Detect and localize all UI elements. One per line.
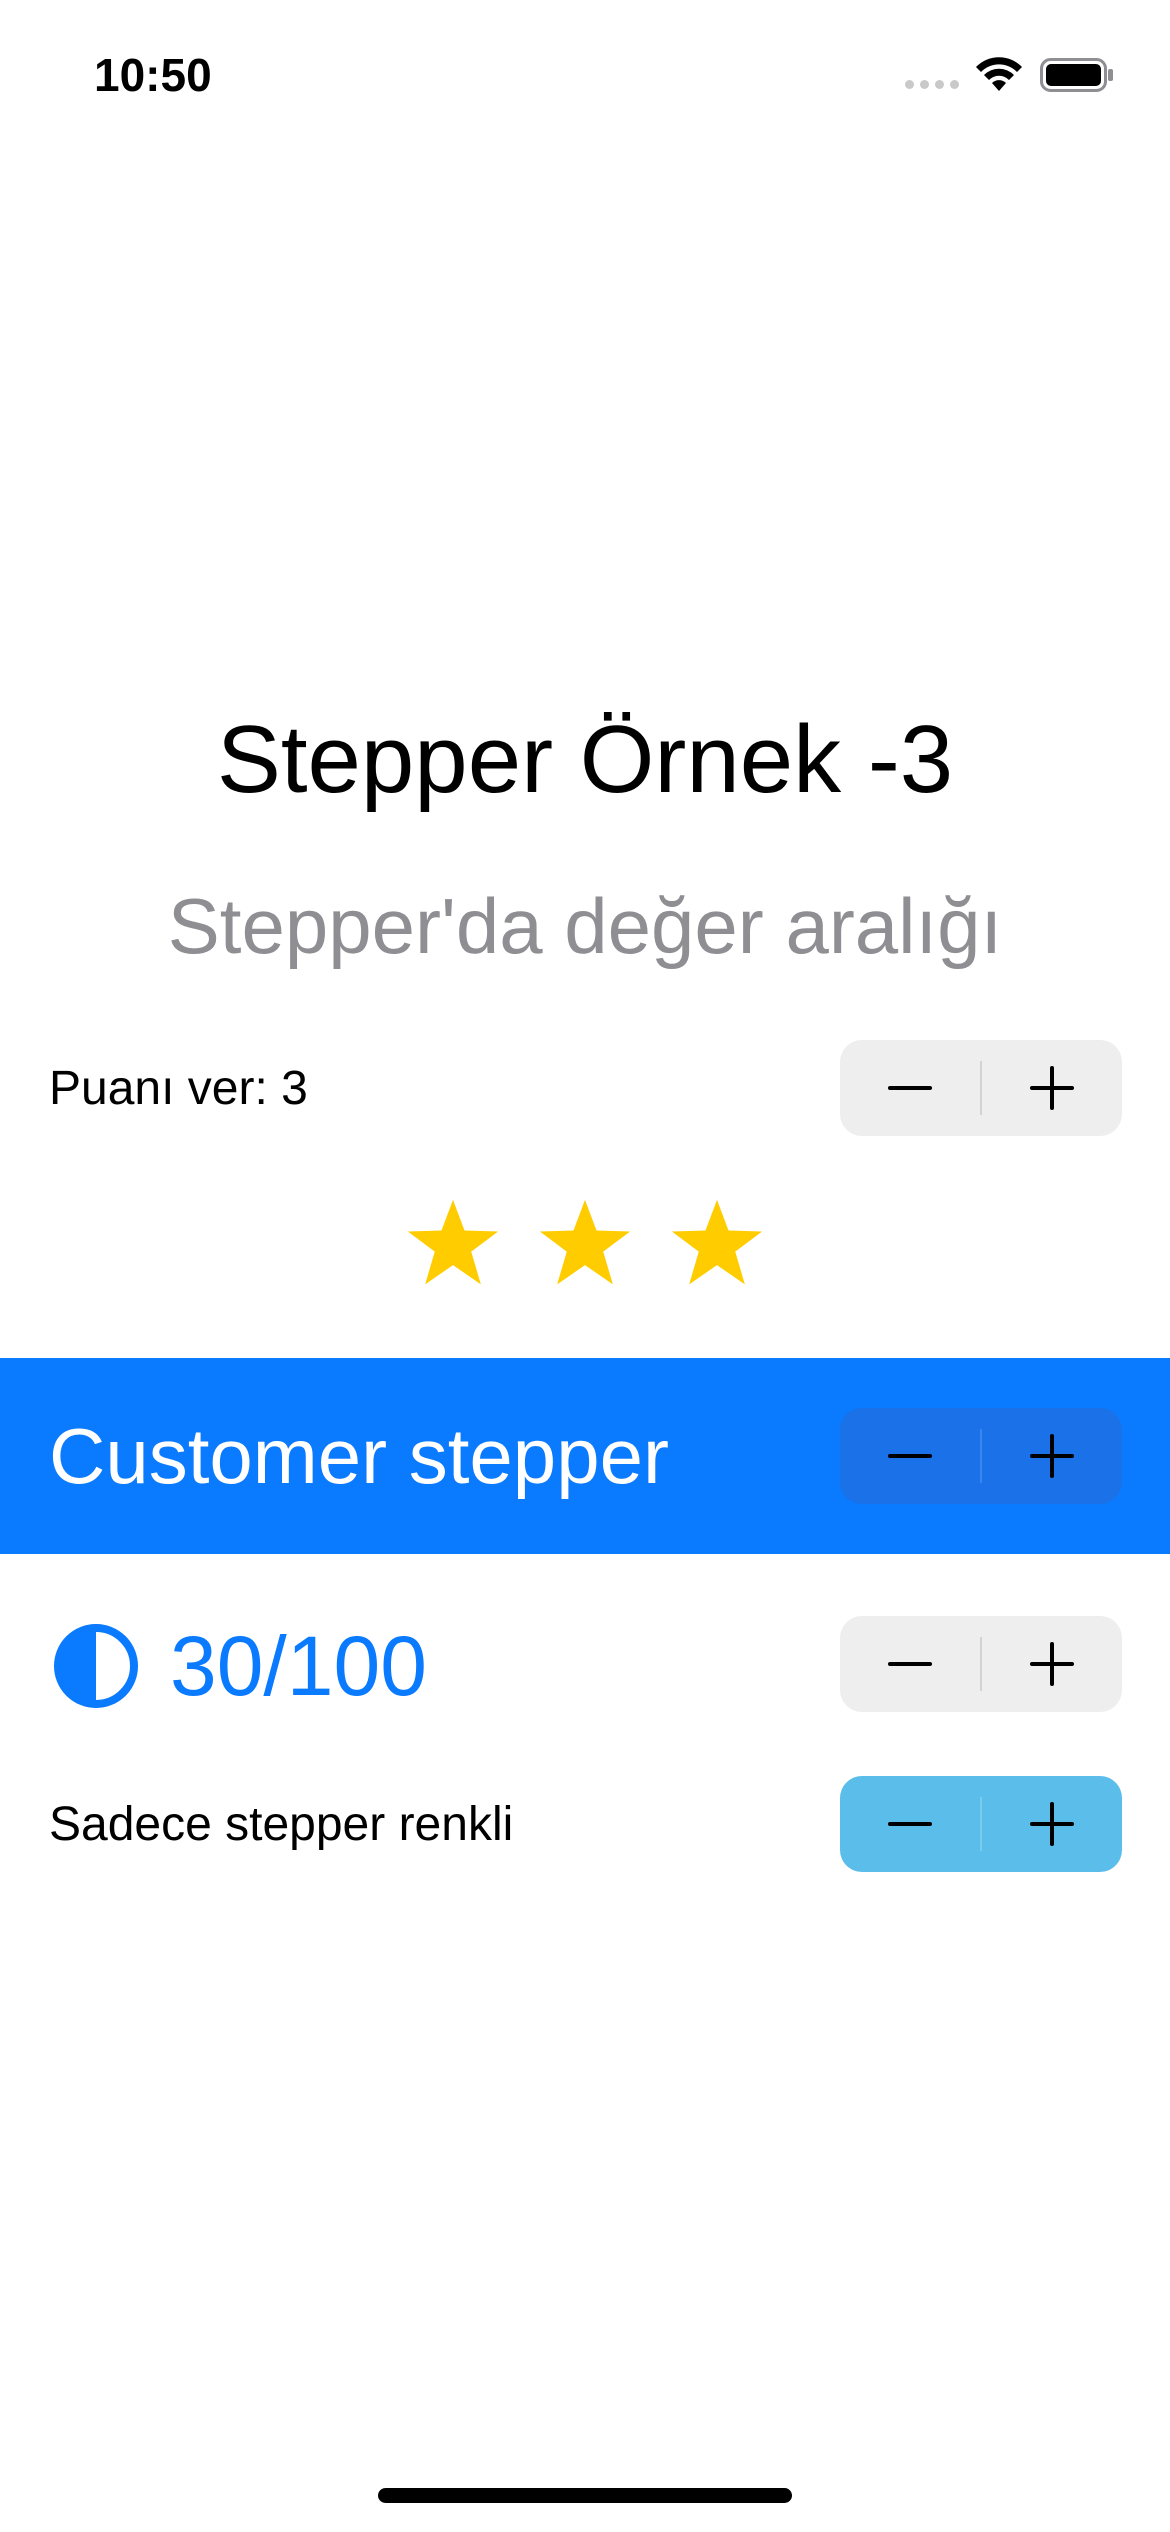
customer-increment-button[interactable]: [982, 1408, 1122, 1504]
minus-icon: [888, 1086, 932, 1090]
star-icon: [539, 1199, 631, 1285]
page-title: Stepper Örnek -3: [216, 706, 954, 813]
customer-stepper-row: Customer stepper: [0, 1358, 1170, 1554]
plus-icon: [1030, 1642, 1074, 1686]
progress-increment-button[interactable]: [982, 1616, 1122, 1712]
progress-decrement-button[interactable]: [840, 1616, 980, 1712]
colored-stepper-row: Sadece stepper renkli: [0, 1776, 1170, 1872]
progress-value: 30/100: [170, 1619, 427, 1713]
customer-stepper[interactable]: [840, 1408, 1122, 1504]
plus-icon: [1030, 1434, 1074, 1478]
rating-increment-button[interactable]: [982, 1040, 1122, 1136]
status-time: 10:50: [94, 49, 212, 101]
customer-stepper-label: Customer stepper: [49, 1412, 669, 1500]
rating-stars: [0, 1196, 1170, 1292]
star-icon: [407, 1199, 499, 1285]
minus-icon: [888, 1822, 932, 1826]
plus-icon: [1030, 1066, 1074, 1110]
progress-row: 30/100: [0, 1616, 1170, 1713]
rating-label: Puanı ver: 3: [49, 1062, 308, 1115]
colored-decrement-button[interactable]: [840, 1776, 980, 1872]
colored-stepper[interactable]: [840, 1776, 1122, 1872]
minus-icon: [888, 1454, 932, 1458]
colored-increment-button[interactable]: [982, 1776, 1122, 1872]
page-subtitle: Stepper'da değer aralığı: [167, 882, 1003, 970]
wifi-icon: [976, 57, 1022, 91]
colored-stepper-label: Sadece stepper renkli: [49, 1798, 514, 1851]
minus-icon: [888, 1662, 932, 1666]
battery-icon: [1040, 58, 1113, 92]
rating-row: Puanı ver: 3: [0, 1040, 1170, 1136]
star-icon: [671, 1199, 763, 1285]
home-indicator[interactable]: [378, 2488, 792, 2503]
cellular-dots-icon: [905, 80, 959, 89]
status-bar: 10:50: [0, 0, 1170, 140]
half-circle-icon: [54, 1624, 138, 1708]
progress-stepper[interactable]: [840, 1616, 1122, 1712]
rating-decrement-button[interactable]: [840, 1040, 980, 1136]
customer-decrement-button[interactable]: [840, 1408, 980, 1504]
rating-stepper[interactable]: [840, 1040, 1122, 1136]
plus-icon: [1030, 1802, 1074, 1846]
